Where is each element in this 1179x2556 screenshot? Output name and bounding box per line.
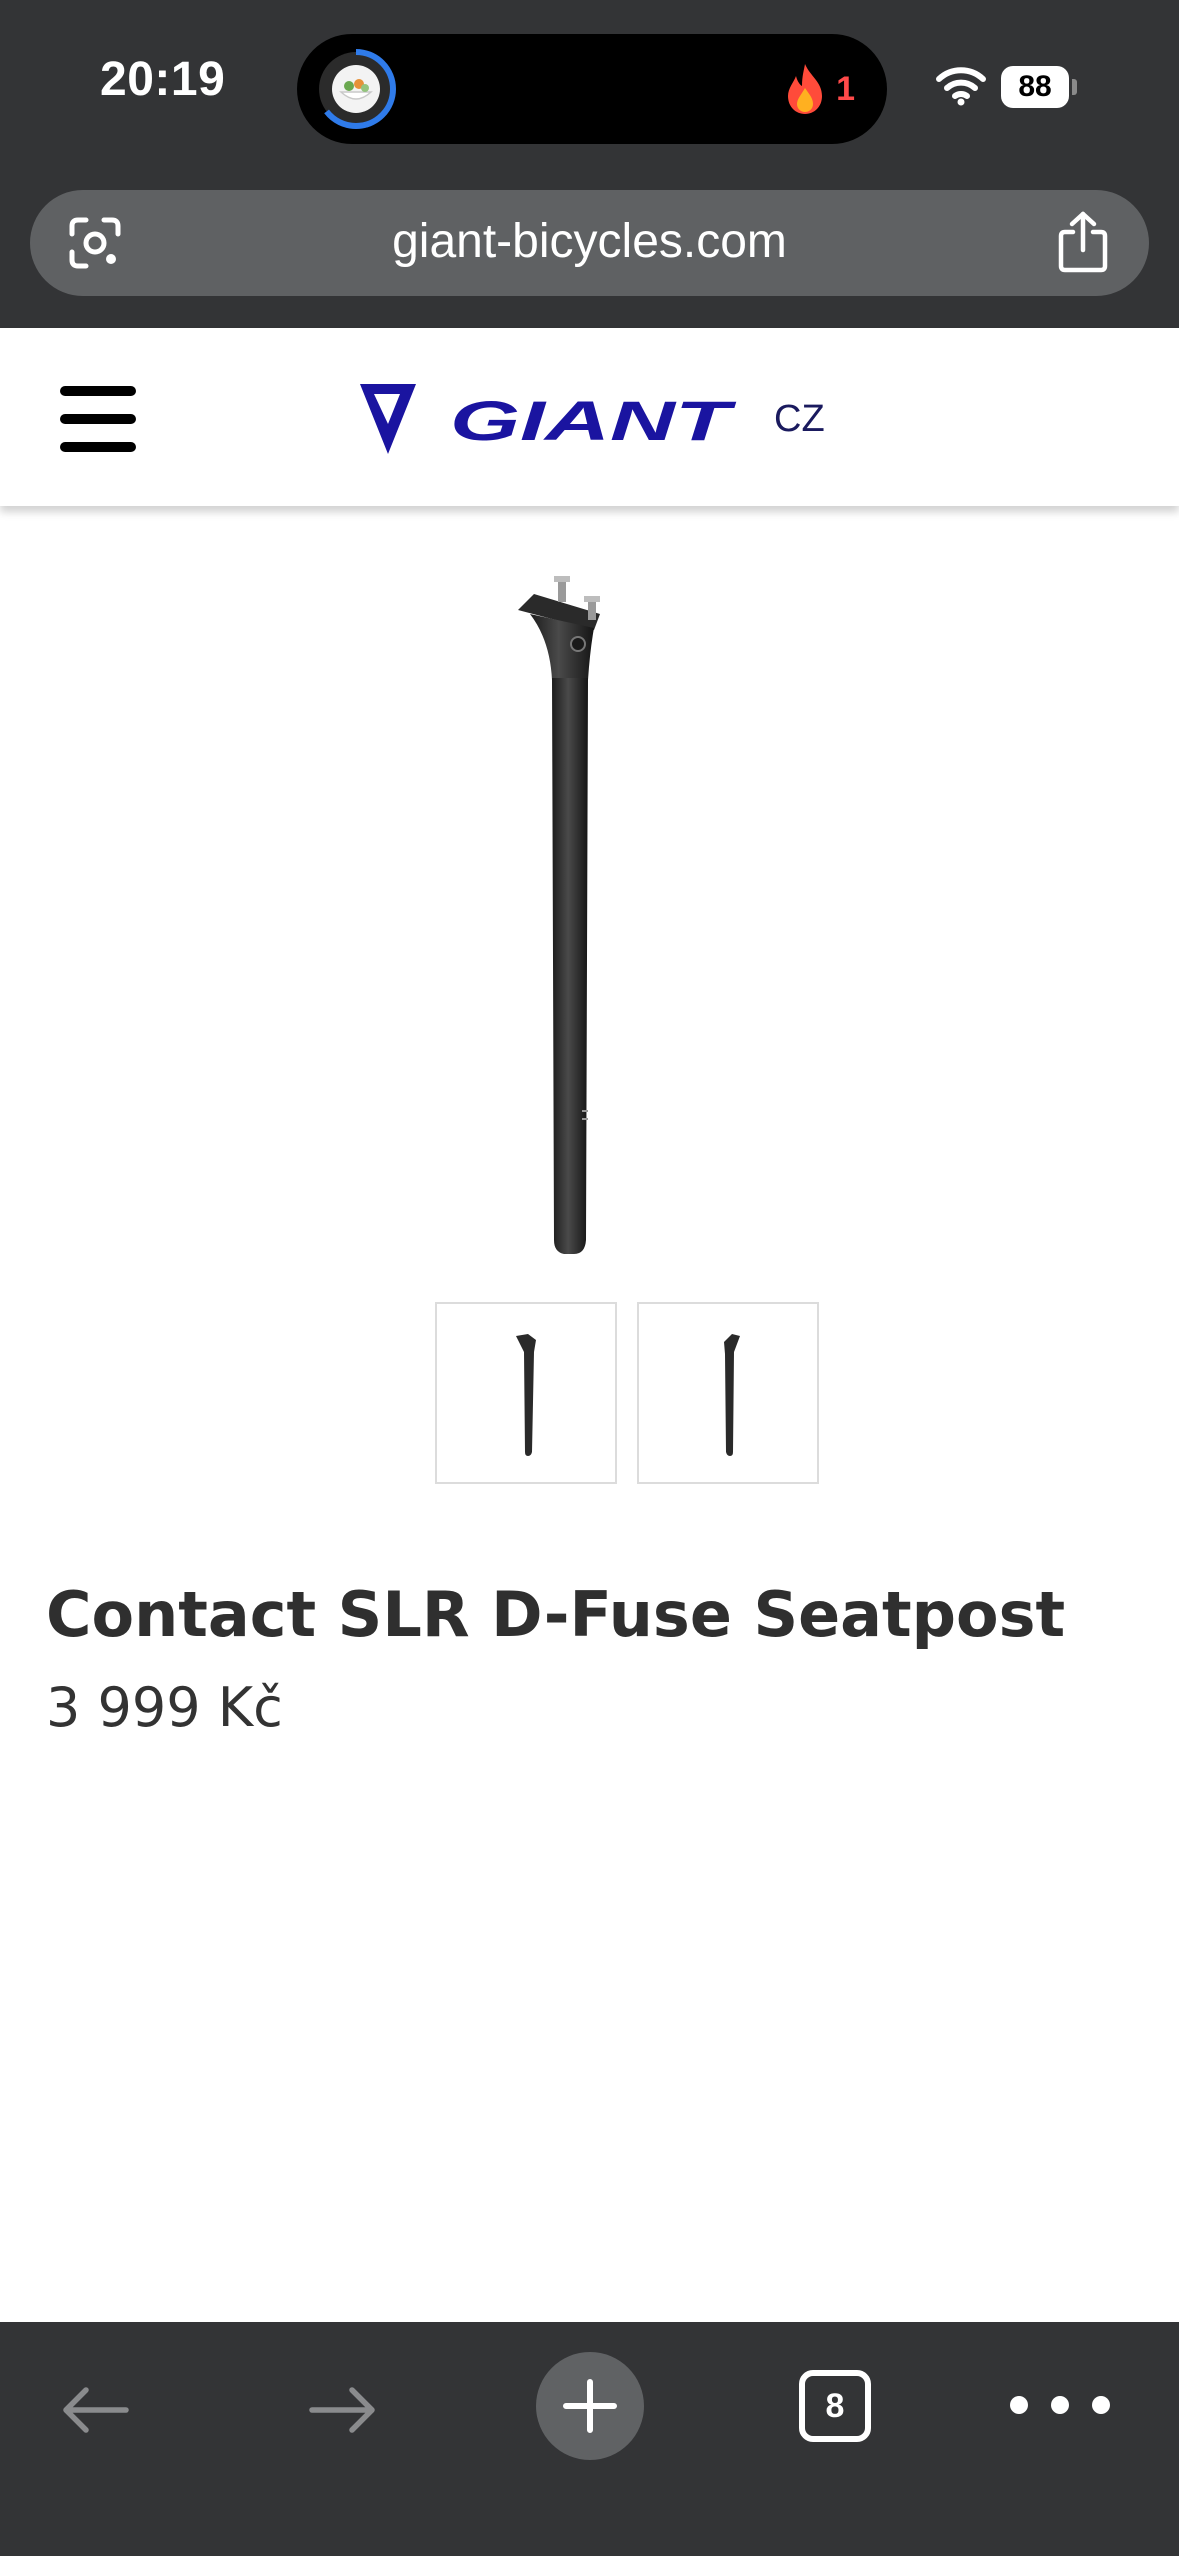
seatpost-thumbnail-image [516, 1334, 536, 1456]
battery-cap [1072, 79, 1077, 95]
thumbnail-2[interactable] [637, 1302, 819, 1484]
more-dots-icon[interactable] [1010, 2380, 1110, 2430]
live-activity-app-icon[interactable] [315, 48, 397, 130]
url-text[interactable]: giant-bicycles.com [30, 214, 1149, 269]
browser-bottom-toolbar: 8 [0, 2322, 1179, 2556]
product-price: 3 999 Kč [46, 1676, 283, 1739]
product-thumbnails [435, 1302, 821, 1488]
page: 20:19 1 88 giant-bicycles.com GIANT CZ C… [0, 0, 1179, 2556]
battery-indicator: 88 [1001, 66, 1077, 108]
open-tabs-count: 8 [825, 2386, 845, 2425]
battery-body: 88 [1001, 66, 1069, 108]
streak-indicator: 1 [782, 62, 855, 116]
status-time: 20:19 [100, 53, 226, 106]
new-tab-button[interactable] [536, 2352, 644, 2460]
back-button[interactable] [40, 2360, 150, 2460]
battery-level: 88 [1018, 70, 1052, 103]
product-image[interactable] [490, 570, 650, 1260]
seatpost-thumbnail-image [724, 1334, 740, 1456]
tab-switcher-button[interactable]: 8 [799, 2370, 871, 2442]
share-icon[interactable] [1055, 210, 1111, 274]
arrow-right-icon [309, 2387, 375, 2433]
forward-button[interactable] [288, 2360, 398, 2460]
product-title: Contact SLR D-Fuse Seatpost [46, 1578, 1066, 1651]
svg-text:GIANT: GIANT [450, 389, 738, 452]
browser-top-bar: 20:19 1 88 giant-bicycles.com [0, 0, 1179, 328]
arrow-left-icon [63, 2387, 129, 2433]
plus-icon [563, 2379, 617, 2433]
thumbnail-1[interactable] [435, 1302, 617, 1484]
streak-count: 1 [836, 69, 855, 108]
flame-icon [788, 64, 823, 114]
giant-logo[interactable]: GIANT [358, 380, 738, 458]
dynamic-island[interactable]: 1 [297, 34, 887, 144]
country-selector[interactable]: CZ [774, 398, 825, 441]
address-bar[interactable]: giant-bicycles.com [30, 190, 1149, 296]
site-header: GIANT CZ [0, 328, 1179, 506]
wifi-icon [936, 67, 986, 106]
hamburger-menu-icon[interactable] [60, 384, 136, 454]
